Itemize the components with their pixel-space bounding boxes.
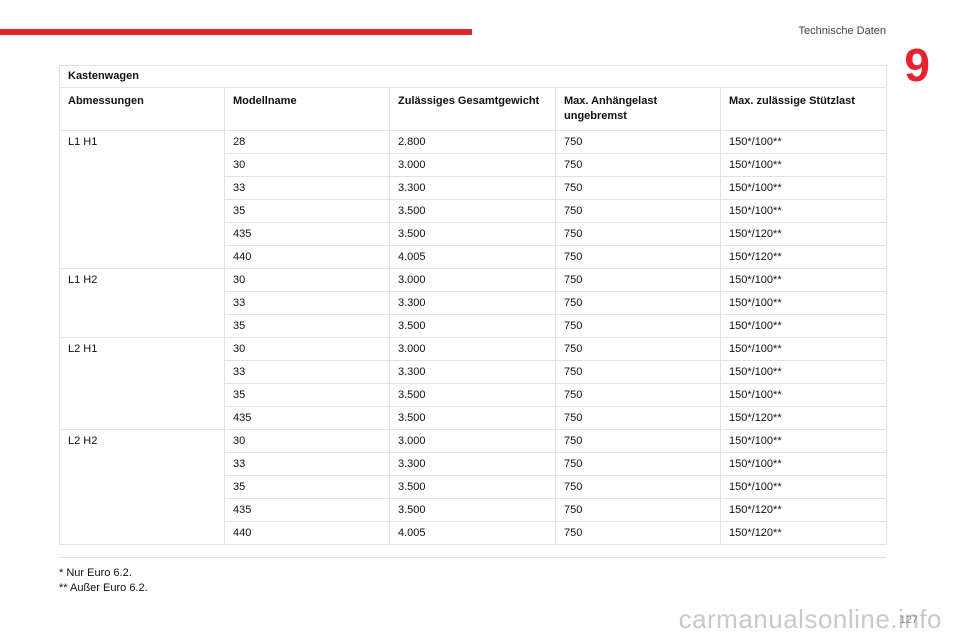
table-cell: 3.500 [389,199,556,223]
table-cell: 3.500 [389,406,556,430]
table-cell: 150*/100** [719,153,888,177]
table-cell: 150*/100** [719,314,888,338]
table-cell: 35 [224,314,390,338]
specs-table: Kastenwagen Abmessungen Modellname Zuläs… [58,65,888,545]
table-cell: 30 [224,268,390,292]
dimension-cell: L1 H1 [59,130,225,269]
table-cell: 150*/100** [719,199,888,223]
table-cell: 150*/100** [719,176,888,200]
table-cell: 30 [224,337,390,361]
table-cell: 750 [555,153,721,177]
table-cell: 750 [555,360,721,384]
section-title: Technische Daten [798,25,886,37]
table-cell: 750 [555,498,721,522]
table-cell: 3.500 [389,383,556,407]
table-cell: 435 [224,222,390,246]
column-header-model: Modellname [224,87,390,131]
table-cell: 750 [555,429,721,453]
table-cell: 35 [224,475,390,499]
column-header-gross-weight: Zulässiges Gesamtgewicht [389,87,556,131]
table-row: L2 H2 30 3.000 750 150*/100** [59,429,888,545]
table-cell: 3.300 [389,176,556,200]
table-cell: 3.300 [389,360,556,384]
table-cell: 3.500 [389,314,556,338]
table-cell: 33 [224,176,390,200]
table-cell: 3.300 [389,291,556,315]
footnotes: * Nur Euro 6.2. ** Außer Euro 6.2. [59,566,148,596]
table-cell: 33 [224,360,390,384]
table-cell: 28 [224,130,390,154]
table-cell: 150*/100** [719,291,888,315]
table-cell: 750 [555,199,721,223]
table-cell: 440 [224,245,390,269]
chapter-number: 9 [904,39,930,91]
table-cell: 750 [555,245,721,269]
dimension-cell: L2 H1 [59,337,225,430]
footnote: ** Außer Euro 6.2. [59,582,148,594]
table-cell: 150*/100** [719,383,888,407]
footnote: * Nur Euro 6.2. [59,567,132,579]
table-cell: 435 [224,406,390,430]
table-cell: 3.000 [389,268,556,292]
table-cell: 750 [555,452,721,476]
table-cell: 150*/120** [719,245,888,269]
table-body: L1 H1 28 2.800 750 150*/100** 30 3.000 750 150*/… [59,130,888,545]
table-cell: 750 [555,222,721,246]
table-cell: 750 [555,521,721,545]
table-cell: 750 [555,406,721,430]
column-header-dimensions: Abmessungen [59,87,225,131]
page-number: 127 [899,614,918,626]
table-cell: 150*/100** [719,452,888,476]
table-cell: 30 [224,429,390,453]
table-cell: 150*/120** [719,222,888,246]
table-cell: 150*/100** [719,475,888,499]
table-cell: 750 [555,383,721,407]
table-cell: 35 [224,383,390,407]
specs-table-container: Kastenwagen Abmessungen Modellname Zuläs… [58,65,888,545]
table-row: L1 H1 28 2.800 750 150*/100** [59,130,888,269]
table-cell: 750 [555,130,721,154]
table-cell: 435 [224,498,390,522]
table-cell: 150*/100** [719,268,888,292]
table-cell: 4.005 [389,245,556,269]
table-cell: 3.500 [389,475,556,499]
table-cell: 3.000 [389,153,556,177]
table-cell: 35 [224,199,390,223]
table-cell: 750 [555,268,721,292]
table-cell: 150*/100** [719,337,888,361]
dimension-cell: L1 H2 [59,268,225,338]
table-cell: 33 [224,452,390,476]
table-row: L1 H2 30 3.000 750 150*/100** [59,268,888,338]
footnote-divider [59,557,886,558]
table-cell: 150*/120** [719,521,888,545]
table-cell: 30 [224,153,390,177]
table-cell: 3.500 [389,498,556,522]
column-header-nose-weight: Max. zulässige Stützlast [719,87,888,131]
dimension-cell: L2 H2 [59,429,225,545]
table-cell: 750 [555,176,721,200]
table-title: Kastenwagen [58,65,888,88]
table-cell: 750 [555,475,721,499]
table-cell: 750 [555,291,721,315]
table-cell: 33 [224,291,390,315]
table-row: L2 H1 30 3.000 750 150*/100** [59,337,888,430]
table-cell: 150*/120** [719,498,888,522]
table-cell: 150*/100** [719,360,888,384]
table-cell: 750 [555,314,721,338]
column-header-trailer-load: Max. Anhängelast ungebremst [555,87,721,131]
table-cell: 750 [555,337,721,361]
table-cell: 150*/100** [719,429,888,453]
table-cell: 3.000 [389,337,556,361]
table-cell: 3.000 [389,429,556,453]
table-cell: 440 [224,521,390,545]
table-cell: 3.300 [389,452,556,476]
table-cell: 4.005 [389,521,556,545]
table-cell: 150*/120** [719,406,888,430]
table-cell: 3.500 [389,222,556,246]
table-cell: 2.800 [389,130,556,154]
header-accent-bar [0,29,472,35]
table-cell: 150*/100** [719,130,888,154]
